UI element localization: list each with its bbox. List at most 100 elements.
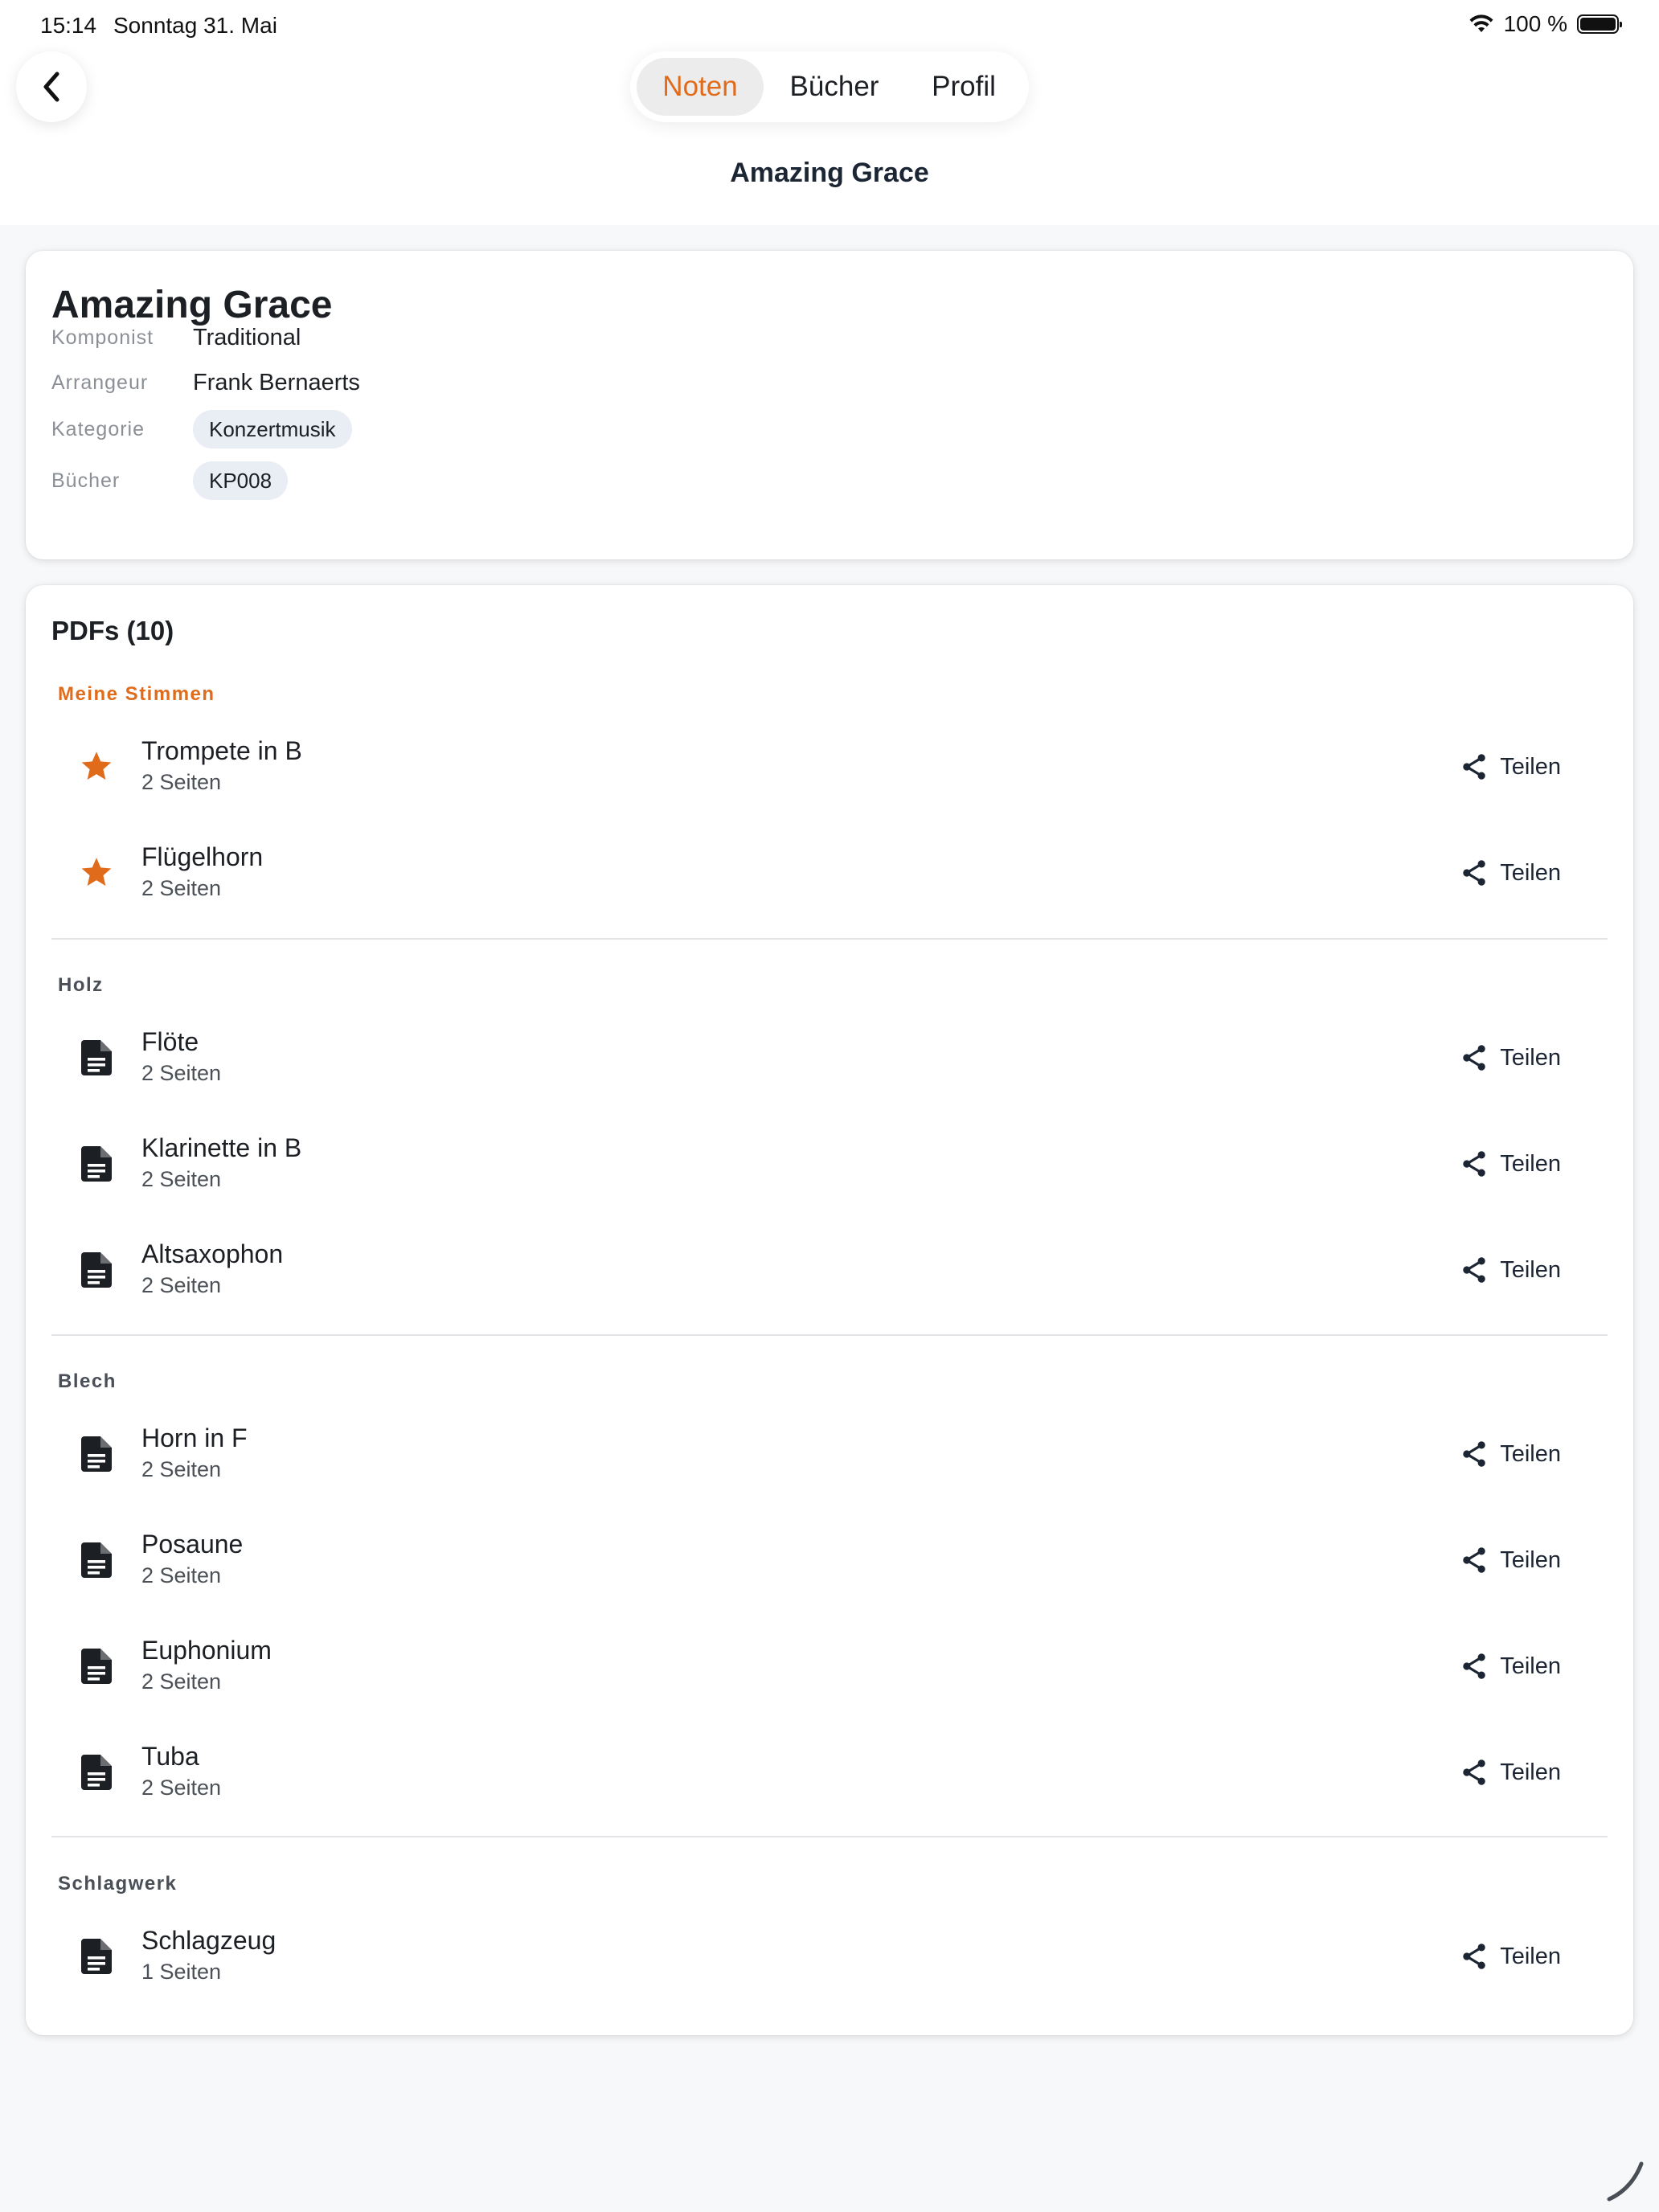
pdf-pages: 2 Seiten bbox=[141, 1563, 222, 1587]
pdf-name: Tuba bbox=[141, 1742, 199, 1771]
pdf-name: Altsaxophon bbox=[141, 1239, 284, 1268]
chevron-left-icon bbox=[43, 72, 59, 102]
document-icon bbox=[76, 1433, 117, 1475]
pdf-name: Trompete in B bbox=[141, 736, 302, 765]
share-icon bbox=[1463, 1257, 1485, 1283]
tab-noten[interactable]: Noten bbox=[637, 58, 764, 116]
list-item[interactable]: Klarinette in B 2 Seiten Teilen bbox=[51, 1111, 1608, 1217]
pdf-name: Horn in F bbox=[141, 1423, 248, 1452]
share-label: Teilen bbox=[1500, 1044, 1561, 1071]
share-button[interactable]: Teilen bbox=[1461, 1034, 1561, 1082]
battery-icon bbox=[1577, 14, 1622, 34]
share-label: Teilen bbox=[1500, 1150, 1561, 1177]
tab-profil[interactable]: Profil bbox=[905, 58, 1022, 116]
header-area: 15:14 Sonntag 31. Mai 100 % Noten Bücher… bbox=[0, 0, 1659, 225]
share-icon bbox=[1463, 860, 1485, 886]
star-icon bbox=[76, 746, 117, 788]
list-item[interactable]: Euphonium 2 Seiten Teilen bbox=[51, 1613, 1608, 1719]
section-title-meine-stimmen: Meine Stimmen bbox=[58, 683, 215, 705]
share-label: Teilen bbox=[1500, 859, 1561, 886]
document-icon bbox=[76, 1751, 117, 1793]
list-item[interactable]: Flöte 2 Seiten Teilen bbox=[51, 1005, 1608, 1111]
document-icon bbox=[76, 1037, 117, 1079]
status-time: 15:14 bbox=[40, 13, 97, 38]
battery-percent: 100 % bbox=[1503, 11, 1567, 36]
share-label: Teilen bbox=[1500, 1653, 1561, 1679]
books-label: Bücher bbox=[51, 469, 121, 492]
share-button[interactable]: Teilen bbox=[1461, 1246, 1561, 1294]
pdfs-title: PDFs (10) bbox=[51, 616, 174, 645]
list-item[interactable]: Tuba 2 Seiten Teilen bbox=[51, 1719, 1608, 1825]
books-row: Bücher KP008 bbox=[51, 460, 289, 502]
share-button[interactable]: Teilen bbox=[1461, 1140, 1561, 1188]
arranger-row: Arrangeur Frank Bernaerts bbox=[51, 362, 360, 403]
share-icon bbox=[1463, 1045, 1485, 1071]
page-title: Amazing Grace bbox=[730, 158, 929, 188]
composer-label: Komponist bbox=[51, 326, 154, 349]
document-icon bbox=[76, 1645, 117, 1687]
share-icon bbox=[1463, 754, 1485, 780]
tab-buecher[interactable]: Bücher bbox=[764, 58, 905, 116]
document-icon bbox=[76, 1539, 117, 1581]
category-chip[interactable]: Konzertmusik bbox=[193, 410, 352, 449]
pdf-pages: 2 Seiten bbox=[141, 876, 222, 900]
divider bbox=[51, 938, 1608, 940]
pdf-name: Flöte bbox=[141, 1027, 199, 1056]
pdf-name: Posaune bbox=[141, 1530, 244, 1559]
list-item[interactable]: Flügelhorn 2 Seiten Teilen bbox=[51, 820, 1608, 926]
share-label: Teilen bbox=[1500, 1943, 1561, 1969]
composer-row: Komponist Traditional bbox=[51, 317, 301, 358]
section-title-holz: Holz bbox=[58, 974, 104, 996]
pdf-pages: 1 Seiten bbox=[141, 1960, 222, 1984]
status-bar: 15:14 Sonntag 31. Mai 100 % bbox=[0, 0, 1659, 51]
section-title-schlagwerk: Schlagwerk bbox=[58, 1873, 178, 1895]
share-button[interactable]: Teilen bbox=[1461, 743, 1561, 791]
pdf-pages: 2 Seiten bbox=[141, 770, 222, 794]
section-title-blech: Blech bbox=[58, 1370, 117, 1392]
share-label: Teilen bbox=[1500, 1759, 1561, 1785]
list-item[interactable]: Horn in F 2 Seiten Teilen bbox=[51, 1401, 1608, 1507]
pdf-name: Klarinette in B bbox=[141, 1133, 302, 1162]
back-button[interactable] bbox=[16, 51, 87, 122]
list-item[interactable]: Trompete in B 2 Seiten Teilen bbox=[51, 714, 1608, 820]
status-indicators: 100 % bbox=[1469, 11, 1622, 37]
document-icon bbox=[76, 1143, 117, 1185]
pdf-pages: 2 Seiten bbox=[141, 1061, 222, 1085]
document-icon bbox=[76, 1249, 117, 1291]
category-label: Kategorie bbox=[51, 417, 145, 440]
share-label: Teilen bbox=[1500, 1546, 1561, 1573]
share-button[interactable]: Teilen bbox=[1461, 1430, 1561, 1478]
share-button[interactable]: Teilen bbox=[1461, 849, 1561, 897]
share-label: Teilen bbox=[1500, 1256, 1561, 1283]
arranger-label: Arrangeur bbox=[51, 371, 149, 394]
share-icon bbox=[1463, 1151, 1485, 1177]
pdf-name: Schlagzeug bbox=[141, 1926, 276, 1955]
pdf-pages: 2 Seiten bbox=[141, 1273, 222, 1297]
share-icon bbox=[1463, 1759, 1485, 1785]
share-icon bbox=[1463, 1944, 1485, 1969]
pdf-pages: 2 Seiten bbox=[141, 1776, 222, 1800]
pdf-name: Flügelhorn bbox=[141, 842, 264, 871]
wifi-icon bbox=[1469, 14, 1493, 32]
divider bbox=[51, 1836, 1608, 1837]
share-button[interactable]: Teilen bbox=[1461, 1748, 1561, 1796]
composer-value: Traditional bbox=[193, 324, 301, 350]
tab-bar: Noten Bücher Profil bbox=[630, 51, 1029, 122]
share-icon bbox=[1463, 1653, 1485, 1679]
share-label: Teilen bbox=[1500, 1440, 1561, 1467]
book-chip[interactable]: KP008 bbox=[193, 461, 289, 500]
pdf-pages: 2 Seiten bbox=[141, 1669, 222, 1694]
document-icon bbox=[76, 1936, 117, 1977]
star-icon bbox=[76, 852, 117, 894]
share-label: Teilen bbox=[1500, 753, 1561, 780]
list-item[interactable]: Schlagzeug 1 Seiten Teilen bbox=[51, 1903, 1608, 2009]
list-item[interactable]: Posaune 2 Seiten Teilen bbox=[51, 1507, 1608, 1613]
share-button[interactable]: Teilen bbox=[1461, 1642, 1561, 1690]
share-icon bbox=[1463, 1441, 1485, 1467]
info-card: Amazing Grace Komponist Traditional Arra… bbox=[26, 251, 1633, 559]
share-button[interactable]: Teilen bbox=[1461, 1932, 1561, 1981]
pencil-hover-indicator bbox=[1607, 2161, 1644, 2202]
list-item[interactable]: Altsaxophon 2 Seiten Teilen bbox=[51, 1217, 1608, 1323]
share-button[interactable]: Teilen bbox=[1461, 1536, 1561, 1584]
pdf-name: Euphonium bbox=[141, 1636, 272, 1665]
